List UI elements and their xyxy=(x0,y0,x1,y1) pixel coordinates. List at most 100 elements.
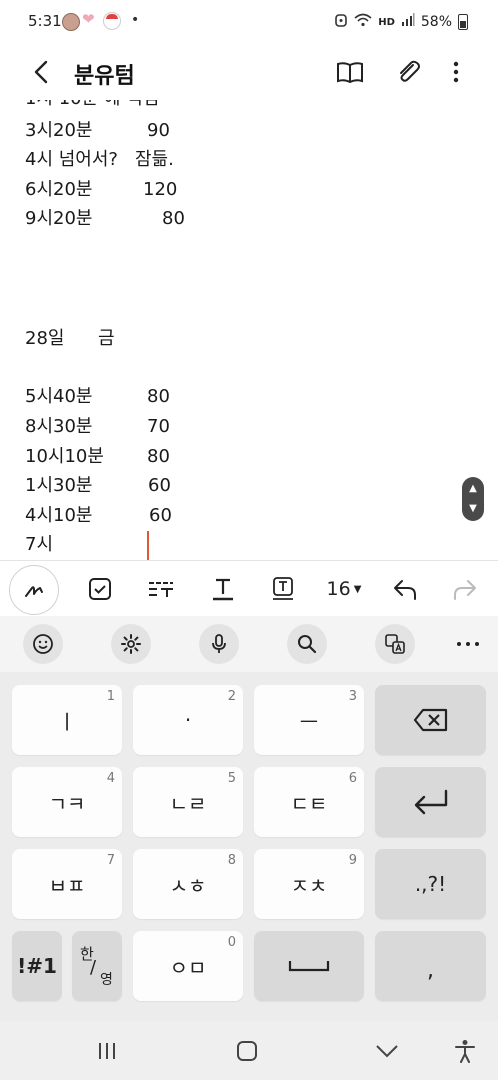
key-siot[interactable]: ㅅㅎ 8 xyxy=(133,849,243,919)
comma-key[interactable]: , xyxy=(375,931,486,1001)
text-color-button[interactable] xyxy=(206,569,240,609)
lang-divider: / xyxy=(90,957,97,978)
note-line-amount: 80 xyxy=(162,208,185,229)
keyboard-more-button[interactable] xyxy=(448,624,488,664)
text-highlight-button[interactable] xyxy=(266,569,300,609)
key-digeut[interactable]: ㄷㅌ 6 xyxy=(254,767,364,837)
key-ieung[interactable]: ㅇㅁ 0 xyxy=(133,931,243,1001)
keyboard-settings-button[interactable] xyxy=(111,624,151,664)
key-number: 4 xyxy=(106,771,115,786)
note-line-amount: 70 xyxy=(147,416,170,437)
note-line-time: 5시40분 xyxy=(25,386,93,407)
hide-keyboard-button[interactable] xyxy=(372,1037,402,1065)
heart-notification-icon: ❤ xyxy=(82,10,95,28)
translate-button[interactable] xyxy=(375,624,415,664)
language-switch-key[interactable]: 한 / 영 xyxy=(72,931,122,1001)
fast-scroll-handle[interactable]: ▲ ▼ xyxy=(462,477,484,521)
attach-button[interactable] xyxy=(392,56,424,88)
back-button[interactable] xyxy=(26,56,58,88)
more-options-button[interactable] xyxy=(442,56,470,88)
voice-input-button[interactable] xyxy=(199,624,239,664)
redo-icon xyxy=(454,580,476,600)
app-bar: 분유텀 xyxy=(0,44,498,100)
note-line-amount: 60 xyxy=(148,475,171,496)
recent-apps-icon xyxy=(99,1043,115,1059)
key-number: 5 xyxy=(227,771,236,786)
key-label: ㅣ xyxy=(57,709,77,734)
paragraph-style-button[interactable] xyxy=(144,569,178,609)
checkbox-button[interactable] xyxy=(84,569,116,609)
key-label: .,?! xyxy=(414,872,447,896)
santa-notification-icon xyxy=(103,12,121,30)
more-horizontal-icon xyxy=(457,642,479,646)
note-line-amount: 잠듦. xyxy=(135,149,174,170)
note-line-time: 9시20분 xyxy=(25,208,93,229)
key-number: 7 xyxy=(106,853,115,868)
symbols-key[interactable]: !#1 xyxy=(12,931,62,1001)
note-day-label: 금 xyxy=(98,328,115,349)
key-label: ㅇㅁ xyxy=(169,955,207,980)
home-button[interactable] xyxy=(232,1037,262,1065)
key-label: · xyxy=(184,708,192,732)
key-vowel-eu[interactable]: ㅡ 3 xyxy=(254,685,364,755)
key-bieup[interactable]: ㅂㅍ 7 xyxy=(12,849,122,919)
note-line-time: 1시30분 xyxy=(25,475,93,496)
key-number: 2 xyxy=(227,689,236,704)
gear-icon xyxy=(121,634,141,654)
accessibility-button[interactable] xyxy=(450,1037,480,1065)
font-size-selector[interactable]: 16 ▼ xyxy=(322,569,366,609)
backspace-icon xyxy=(375,685,486,755)
undo-button[interactable] xyxy=(390,569,420,609)
key-number: 6 xyxy=(348,771,357,786)
drawing-mode-button[interactable] xyxy=(9,565,59,615)
keyboard: ㅣ 1 · 2 ㅡ 3 ㄱㅋ 4 ㄴㄹ 5 ㄷㅌ 6 ㅂㅍ 7 ㅅㅎ 8 ㅈㅊ … xyxy=(0,616,498,1021)
space-icon xyxy=(254,931,364,1001)
emoji-button[interactable] xyxy=(23,624,63,664)
key-label: ㄱㅋ xyxy=(48,791,86,816)
punctuation-key[interactable]: .,?! xyxy=(375,849,486,919)
home-icon xyxy=(237,1041,257,1061)
recent-apps-button[interactable] xyxy=(92,1037,122,1065)
key-label: ㄴㄹ xyxy=(169,791,207,816)
caret-down-icon: ▼ xyxy=(353,583,362,595)
key-label: ㅅㅎ xyxy=(169,873,207,898)
note-line-time: 10시10분 xyxy=(25,446,104,467)
key-number: 3 xyxy=(348,689,357,704)
key-label: ㄷㅌ xyxy=(290,791,328,816)
battery-percent: 58% xyxy=(420,14,452,30)
key-label: , xyxy=(427,957,434,983)
note-current-line: 7시 xyxy=(25,534,54,555)
search-icon xyxy=(298,635,317,654)
keyboard-toolbar xyxy=(0,616,498,672)
enter-icon xyxy=(375,767,486,837)
backspace-key[interactable] xyxy=(375,685,486,755)
font-size-value: 16 xyxy=(326,578,351,600)
text-cursor xyxy=(147,531,149,561)
note-line-clipped: 1시 10분 에 먹임 xyxy=(25,100,159,110)
note-line-amount: 60 xyxy=(149,505,172,526)
chevron-left-icon xyxy=(34,60,48,84)
microphone-icon xyxy=(212,634,226,653)
status-bar: 5:31 ❤ • HD 58% xyxy=(0,0,498,44)
note-editor[interactable]: 1시 10분 에 먹임 3시20분 90 4시 넘어서? 잠듦. 6시20분 1… xyxy=(0,100,498,560)
redo-button[interactable] xyxy=(450,569,480,609)
paragraph-style-icon xyxy=(149,582,173,597)
key-nieun[interactable]: ㄴㄹ 5 xyxy=(133,767,243,837)
key-label: ㅡ xyxy=(299,709,319,734)
key-jieut[interactable]: ㅈㅊ 9 xyxy=(254,849,364,919)
key-label: ㅂㅍ xyxy=(48,873,86,898)
keyboard-search-button[interactable] xyxy=(287,624,327,664)
note-line-amount: 90 xyxy=(147,120,170,141)
more-vertical-icon xyxy=(453,61,459,83)
key-giyeok[interactable]: ㄱㅋ 4 xyxy=(12,767,122,837)
key-vowel-dot[interactable]: · 2 xyxy=(133,685,243,755)
reading-mode-button[interactable] xyxy=(334,56,366,88)
note-date-label: 28일 xyxy=(25,328,65,349)
navigation-bar xyxy=(0,1021,498,1080)
key-vowel-i[interactable]: ㅣ 1 xyxy=(12,685,122,755)
enter-key[interactable] xyxy=(375,767,486,837)
format-toolbar: 16 ▼ xyxy=(0,560,498,617)
space-key[interactable] xyxy=(254,931,364,1001)
note-line-amount: 80 xyxy=(147,446,170,467)
undo-icon xyxy=(394,580,416,600)
